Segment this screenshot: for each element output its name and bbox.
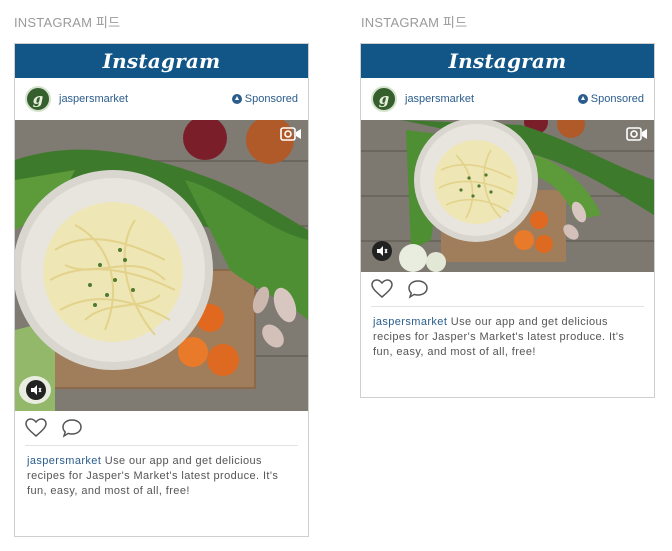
camera-icon [626, 127, 647, 141]
avatar[interactable]: g [371, 86, 397, 112]
username-link[interactable]: jaspersmarket [405, 93, 474, 105]
pasta-photo [15, 120, 308, 411]
instagram-post-portrait: Instagram g jaspersmarket Sponsored jasp… [14, 43, 309, 537]
instagram-header: Instagram [361, 44, 654, 78]
section-title-landscape: INSTAGRAM 피드 [361, 15, 468, 30]
post-caption: jaspersmarket Use our app and get delici… [15, 446, 308, 499]
instagram-header: Instagram [15, 44, 308, 78]
sponsored-text: Sponsored [244, 93, 298, 105]
heart-icon[interactable] [25, 418, 47, 438]
sponsored-arrow-icon [231, 94, 242, 104]
username-link[interactable]: jaspersmarket [59, 93, 128, 105]
caption-username-link[interactable]: jaspersmarket [27, 455, 101, 467]
avatar-letter: g [378, 90, 390, 108]
comment-icon[interactable] [407, 279, 429, 299]
avatar-letter: g [32, 90, 44, 108]
sponsored-arrow-icon [577, 94, 588, 104]
comment-icon[interactable] [61, 418, 83, 438]
avatar[interactable]: g [25, 86, 51, 112]
post-caption: jaspersmarket Use our app and get delici… [361, 307, 654, 360]
mute-icon[interactable] [26, 380, 46, 400]
instagram-logo: Instagram [102, 49, 221, 73]
sponsored-text: Sponsored [590, 93, 644, 105]
post-actions [361, 272, 654, 306]
post-profile-row: g jaspersmarket Sponsored [15, 78, 308, 120]
camera-icon [280, 127, 301, 141]
caption-username-link[interactable]: jaspersmarket [373, 316, 447, 328]
mute-icon[interactable] [372, 241, 392, 261]
post-actions [15, 411, 308, 445]
pasta-photo [361, 120, 654, 272]
post-profile-row: g jaspersmarket Sponsored [361, 78, 654, 120]
instagram-post-landscape: Instagram g jaspersmarket Sponsored jasp… [360, 43, 655, 398]
heart-icon[interactable] [371, 279, 393, 299]
instagram-logo: Instagram [448, 49, 567, 73]
post-media-landscape[interactable] [361, 120, 654, 272]
sponsored-label[interactable]: Sponsored [577, 93, 644, 105]
sponsored-label[interactable]: Sponsored [231, 93, 298, 105]
post-media-portrait[interactable] [15, 120, 308, 411]
section-title-portrait: INSTAGRAM 피드 [14, 15, 121, 30]
